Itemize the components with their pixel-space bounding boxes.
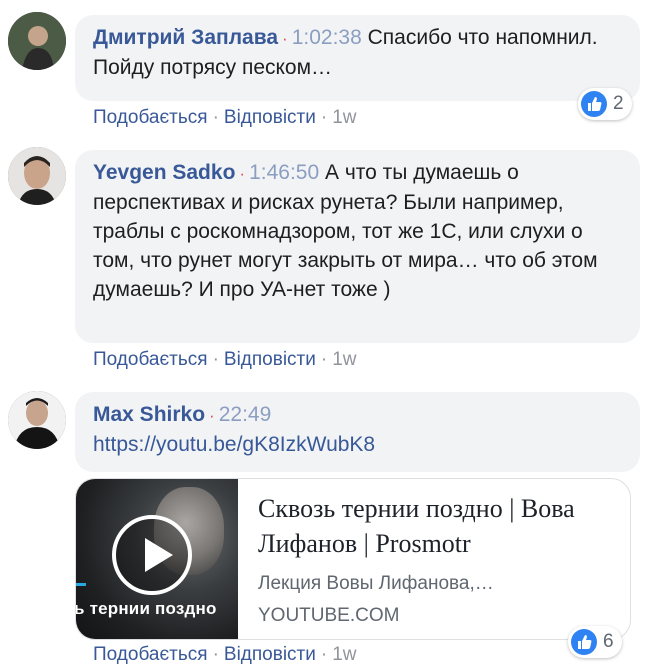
reaction-count[interactable]: 6	[568, 626, 622, 658]
separator-dot: ·	[212, 644, 219, 665]
separator-dot: ·	[239, 164, 246, 183]
avatar[interactable]	[8, 12, 66, 70]
comment-age[interactable]: 1w	[332, 644, 356, 665]
separator-dot: ·	[209, 406, 215, 425]
video-thumbnail[interactable]: ь тернии поздно	[76, 479, 238, 639]
reply-link[interactable]: Відповісти	[224, 107, 316, 128]
reply-link[interactable]: Відповісти	[224, 349, 316, 370]
separator-dot: ·	[320, 644, 328, 665]
like-thumb-icon	[571, 629, 597, 655]
like-thumb-icon	[581, 91, 607, 117]
avatar-photo	[8, 12, 66, 70]
comment-age[interactable]: 1w	[332, 349, 356, 370]
avatar[interactable]	[8, 147, 66, 205]
comment-link[interactable]: https://youtu.be/gK8IzkWubK8	[93, 433, 375, 456]
reaction-count[interactable]: 2	[578, 88, 632, 120]
separator-dot: ·	[212, 349, 219, 370]
thumbnail-accent	[76, 583, 86, 586]
comment-timestamp[interactable]: 1:46:50	[249, 161, 319, 184]
avatar[interactable]	[8, 391, 66, 449]
play-icon[interactable]	[112, 515, 192, 595]
comment-bubble: Дмитрий Заплава · 1:02:38 Спасибо что напо…	[75, 15, 640, 101]
separator-dot: ·	[212, 107, 219, 128]
avatar-photo	[8, 147, 66, 205]
comment-actions: Подобається · Відповісти · 1w	[93, 349, 356, 371]
comment-author[interactable]: Max Shirko	[93, 403, 205, 426]
comment-author[interactable]: Дмитрий Заплава	[93, 26, 278, 49]
separator-dot: ·	[282, 29, 288, 48]
avatar-photo	[8, 391, 66, 449]
link-preview[interactable]: ь тернии поздно Сквозь тернии поздно | В…	[75, 478, 631, 640]
comment-author[interactable]: Yevgen Sadko	[93, 161, 235, 184]
thumbnail-caption: ь тернии поздно	[76, 599, 217, 618]
comment-actions: Подобається · Відповісти · 1w	[93, 107, 356, 129]
comment-bubble: Yevgen Sadko · 1:46:50 А что ты думаешь о …	[75, 150, 640, 343]
like-link[interactable]: Подобається	[93, 107, 208, 128]
separator-dot: ·	[320, 107, 328, 128]
comment-age[interactable]: 1w	[332, 107, 356, 128]
preview-title[interactable]: Сквозь тернии поздно | Вова Лифанов | Pr…	[258, 491, 608, 561]
preview-description: Лекция Вовы Лифанова,…	[258, 573, 494, 594]
reaction-number: 6	[603, 631, 614, 652]
comment-timestamp[interactable]: 1:02:38	[292, 26, 362, 49]
comment-actions: Подобається · Відповісти · 1w	[93, 644, 356, 666]
like-link[interactable]: Подобається	[93, 349, 208, 370]
comment-bubble: Max Shirko · 22:49 https://youtu.be/gK8Izk…	[75, 392, 640, 472]
like-link[interactable]: Подобається	[93, 644, 208, 665]
comment-timestamp[interactable]: 22:49	[219, 403, 272, 426]
reaction-number: 2	[613, 93, 624, 114]
preview-domain: YOUTUBE.COM	[258, 605, 400, 626]
reply-link[interactable]: Відповісти	[224, 644, 316, 665]
separator-dot: ·	[320, 349, 328, 370]
